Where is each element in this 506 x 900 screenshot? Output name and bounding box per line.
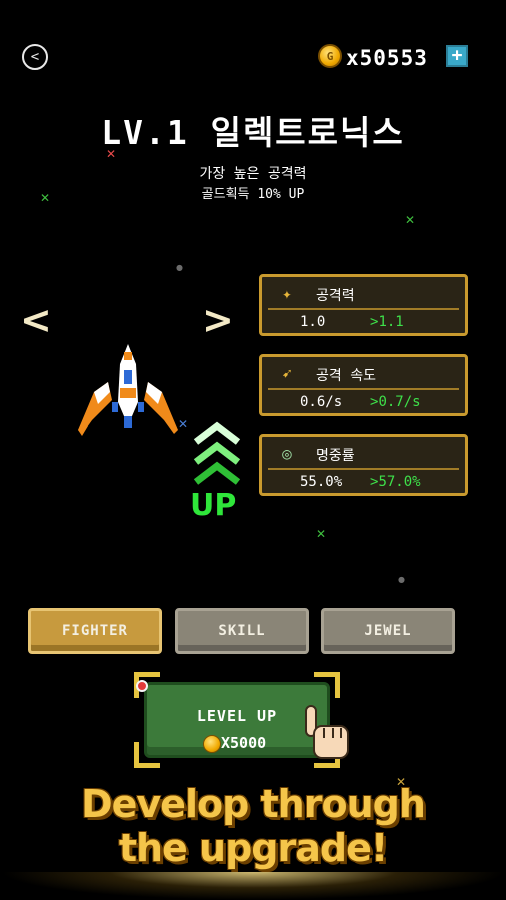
promo-headline-line1: Develop through [81, 782, 426, 826]
back-button[interactable]: < [22, 44, 48, 70]
stat-next-number: 57.0% [378, 474, 421, 490]
attack-speed-icon: ➹ [282, 364, 292, 383]
stat-current-value: 55.0% [300, 474, 343, 490]
star-decoration: ● [176, 263, 183, 272]
star-decoration: ✕ [405, 213, 416, 227]
stat-next-number: 0.7/s [378, 394, 421, 410]
next-ship-button[interactable]: > [202, 298, 234, 342]
previous-ship-button[interactable]: < [20, 298, 52, 342]
upgrade-arrows-icon [193, 421, 241, 485]
stat-current-value: 1.0 [300, 314, 326, 330]
stat-next-value: >0.7/s [370, 394, 421, 410]
promo-headline-line2: the upgrade! [118, 826, 388, 870]
gold-amount: x50553 [346, 46, 428, 70]
stat-attack-speed: ➹ 공격 속도 0.6/s >0.7/s [259, 354, 468, 416]
star-decoration: ● [398, 575, 405, 584]
back-arrow-icon: < [30, 49, 40, 65]
stat-current-value: 0.6/s [300, 394, 343, 410]
frame-corner [314, 672, 340, 698]
stat-next-value: >1.1 [370, 314, 404, 330]
stat-divider [268, 388, 459, 390]
floor-glow [0, 872, 506, 900]
tab-fighter[interactable]: FIGHTER [28, 608, 162, 654]
tab-jewel[interactable]: JEWEL [321, 608, 455, 654]
star-decoration: ✕ [316, 527, 327, 541]
stat-label: 공격력 [316, 288, 355, 304]
tab-skill[interactable]: SKILL [175, 608, 309, 654]
stat-next-number: 1.1 [378, 314, 404, 330]
frame-corner [134, 742, 160, 768]
stat-accuracy: ◎ 명중률 55.0% >57.0% [259, 434, 468, 496]
notification-dot [136, 680, 148, 692]
attack-icon: ✦ [282, 284, 292, 303]
gold-coin-icon: G [318, 44, 342, 68]
stat-label: 명중률 [316, 448, 355, 464]
stat-label: 공격 속도 [316, 368, 376, 384]
ship-description-line2: 골드획득 10% UP [201, 187, 305, 202]
stat-attack: ✦ 공격력 1.0 >1.1 [259, 274, 468, 336]
pointing-hand-icon [305, 705, 349, 759]
level-up-cost: X5000 [221, 734, 267, 752]
stat-divider [268, 468, 459, 470]
fighter-ship-sprite [78, 344, 178, 436]
stat-divider [268, 308, 459, 310]
ship-description-line1: 가장 높은 공격력 [199, 166, 307, 182]
ship-title: LV.1 일렉트로닉스 [101, 113, 405, 152]
upgrade-up-label: UP [190, 488, 237, 523]
stat-next-value: >57.0% [370, 474, 421, 490]
add-gold-button[interactable]: + [446, 45, 468, 67]
gold-coin-icon [203, 735, 221, 753]
accuracy-icon: ◎ [282, 444, 292, 463]
